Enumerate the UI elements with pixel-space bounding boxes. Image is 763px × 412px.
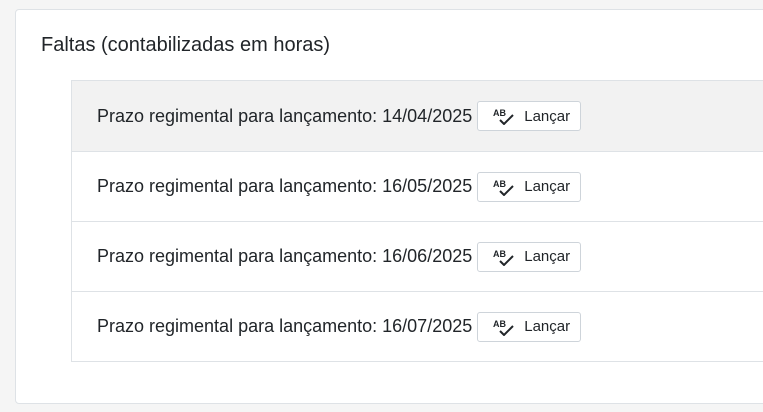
lancar-button-label: Lançar: [524, 107, 571, 125]
card-title: Faltas (contabilizadas em horas): [41, 34, 331, 56]
svg-text:AB: AB: [493, 249, 506, 259]
lancar-button-label: Lançar: [524, 318, 571, 335]
deadline-text: Prazo regimental para lançamento: 14/04/…: [97, 105, 473, 126]
svg-text:AB: AB: [493, 319, 506, 329]
faltas-card: Faltas (contabilizadas em horas) Prazo r…: [15, 9, 763, 404]
lancar-button[interactable]: AB Lançar: [477, 171, 582, 202]
spellcheck-icon: AB: [493, 318, 515, 336]
list-item: Prazo regimental para lançamento: 16/07/…: [72, 291, 763, 361]
spellcheck-icon: AB: [493, 178, 515, 196]
deadline-text: Prazo regimental para lançamento: 16/05/…: [97, 176, 473, 196]
list-item: Prazo regimental para lançamento: 14/04/…: [72, 81, 763, 151]
svg-text:AB: AB: [493, 179, 506, 189]
list-item: Prazo regimental para lançamento: 16/05/…: [72, 151, 763, 221]
lancar-button-label: Lançar: [524, 178, 571, 195]
spellcheck-icon: AB: [493, 248, 515, 266]
deadline-text: Prazo regimental para lançamento: 16/06/…: [97, 246, 473, 266]
deadline-text: Prazo regimental para lançamento: 16/07/…: [97, 316, 473, 336]
lancar-button[interactable]: AB Lançar: [477, 311, 582, 342]
svg-text:AB: AB: [493, 108, 506, 118]
lancar-button[interactable]: AB Lançar: [477, 241, 582, 272]
spellcheck-icon: AB: [493, 107, 515, 125]
list-item: Prazo regimental para lançamento: 16/06/…: [72, 221, 763, 291]
deadline-list: Prazo regimental para lançamento: 14/04/…: [71, 80, 763, 362]
lancar-button[interactable]: AB Lançar: [477, 101, 582, 131]
lancar-button-label: Lançar: [524, 248, 571, 265]
